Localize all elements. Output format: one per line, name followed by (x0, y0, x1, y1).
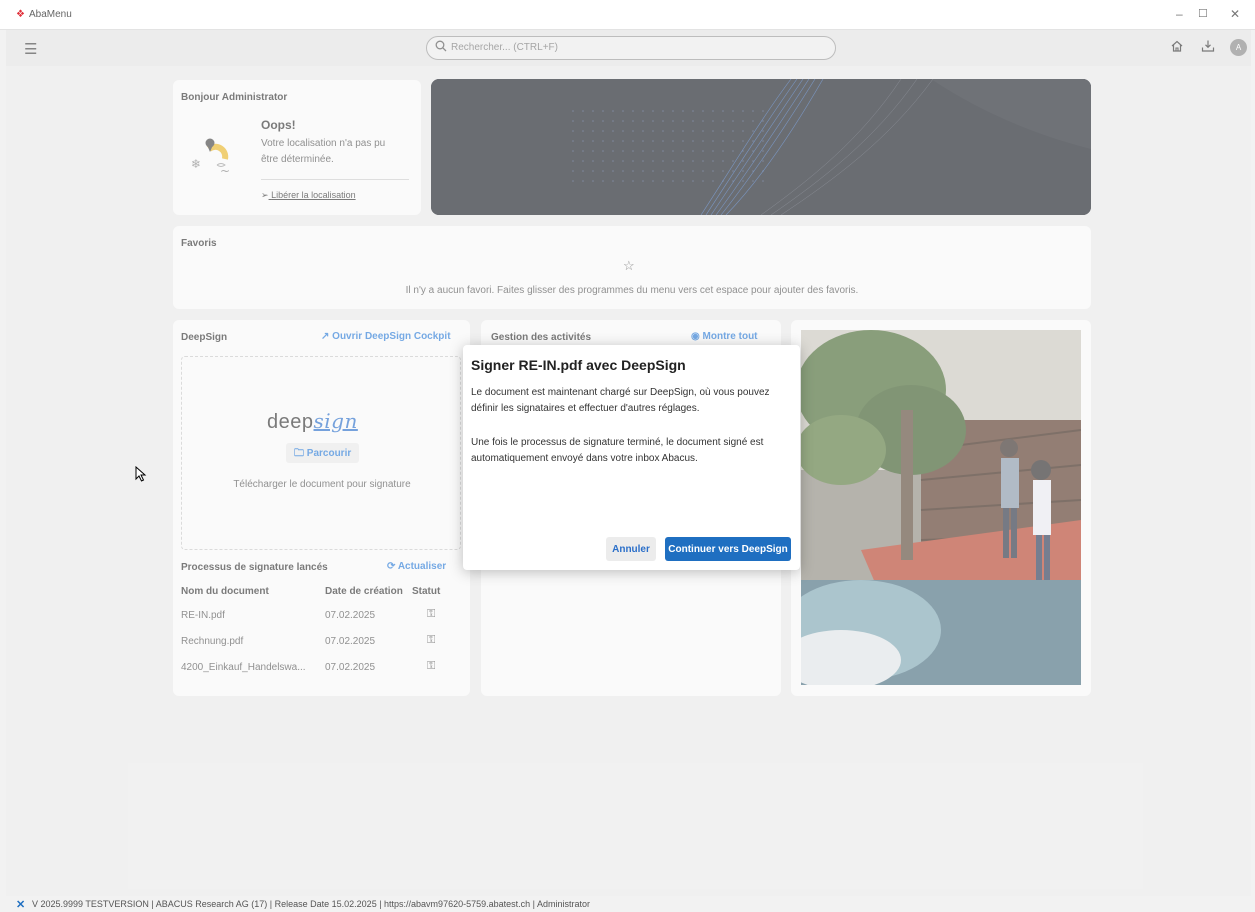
minimize-button[interactable]: – (1176, 7, 1183, 21)
abacus-logo-icon: ❖ (16, 9, 25, 20)
version-info: V 2025.9999 TESTVERSION | ABACUS Researc… (32, 899, 590, 909)
window-title: AbaMenu (28, 9, 72, 20)
maximize-button[interactable]: ☐ (1198, 7, 1208, 20)
app-title: ❖ AbaMenu (16, 9, 72, 20)
status-bar: ✕ V 2025.9999 TESTVERSION | ABACUS Resea… (6, 896, 1251, 912)
title-bar: ❖ AbaMenu – ☐ ✕ (0, 0, 1255, 30)
cancel-button[interactable]: Annuler (606, 537, 656, 561)
mouse-cursor-icon (135, 466, 147, 482)
continue-to-deepsign-button[interactable]: Continuer vers DeepSign (665, 537, 791, 561)
close-window-button[interactable]: ✕ (1230, 7, 1240, 21)
close-icon[interactable]: ✕ (16, 898, 25, 911)
dialog-title: Signer RE-IN.pdf avec DeepSign (471, 357, 686, 373)
dialog-paragraph-1: Le document est maintenant chargé sur De… (471, 387, 770, 414)
deepsign-dialog: Signer RE-IN.pdf avec DeepSign Le docume… (463, 345, 800, 570)
dialog-paragraph-2: Une fois le processus de signature termi… (471, 437, 764, 464)
